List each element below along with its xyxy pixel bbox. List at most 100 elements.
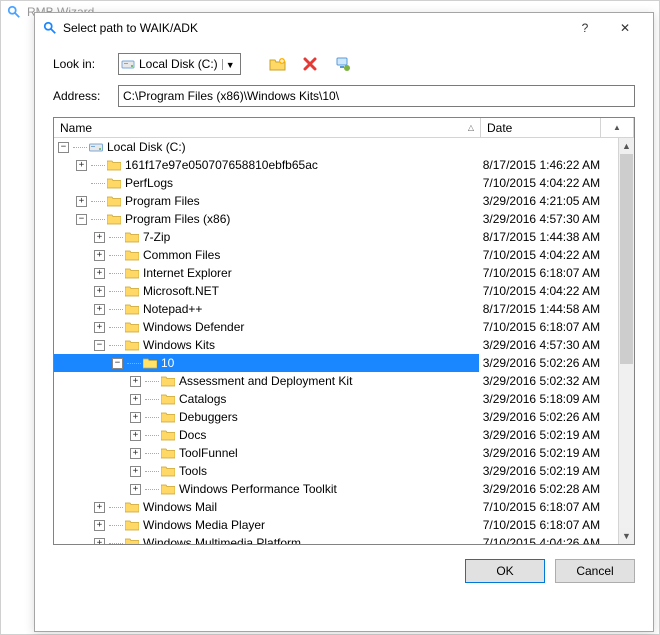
expand-toggle[interactable]: + [94, 286, 105, 297]
folder-icon [107, 159, 121, 171]
tree-row[interactable]: +Windows Mail7/10/2015 6:18:07 AM [54, 498, 618, 516]
vertical-scrollbar[interactable]: ▲ ▼ [618, 138, 634, 544]
tree-item-label: Program Files [125, 194, 200, 208]
expand-toggle[interactable]: + [94, 232, 105, 243]
scroll-track[interactable] [619, 154, 634, 528]
network-icon [334, 56, 350, 72]
address-input[interactable] [118, 85, 635, 107]
tree-item-date: 3/29/2016 5:02:19 AM [479, 428, 618, 442]
tree-item-date: 7/10/2015 6:18:07 AM [479, 518, 618, 532]
scroll-down-icon[interactable]: ▼ [619, 528, 634, 544]
tree-item-label: 10 [161, 356, 174, 370]
expand-toggle[interactable]: + [130, 448, 141, 459]
delete-button[interactable] [299, 53, 321, 75]
tree-row[interactable]: −103/29/2016 5:02:26 AM [54, 354, 618, 372]
expand-toggle[interactable]: + [94, 304, 105, 315]
expand-toggle[interactable]: + [94, 250, 105, 261]
tree-row[interactable]: +Tools3/29/2016 5:02:19 AM [54, 462, 618, 480]
tree-row[interactable]: +Assessment and Deployment Kit3/29/2016 … [54, 372, 618, 390]
collapse-toggle[interactable]: − [112, 358, 123, 369]
expand-toggle[interactable]: + [130, 466, 141, 477]
collapse-toggle[interactable]: − [94, 340, 105, 351]
expand-toggle[interactable]: + [94, 502, 105, 513]
tree-item-label: Windows Kits [143, 338, 215, 352]
tree-item-date: 3/29/2016 5:02:19 AM [479, 446, 618, 460]
tree-item-date: 8/17/2015 1:44:38 AM [479, 230, 618, 244]
tree-item-label: Notepad++ [143, 302, 202, 316]
magnifier-icon [7, 5, 21, 19]
tree-panel: Name △ Date ▲ −Local Disk (C:)+161f17e97… [53, 117, 635, 545]
column-header-name[interactable]: Name △ [54, 118, 481, 137]
column-header-scroll: ▲ [601, 118, 634, 137]
tree-row[interactable]: +Common Files7/10/2015 4:04:22 AM [54, 246, 618, 264]
tree-row[interactable]: +Catalogs3/29/2016 5:18:09 AM [54, 390, 618, 408]
tree-row[interactable]: + Docs 3/29/2016 5:02:19 AM [54, 426, 618, 444]
tree-row[interactable]: +Windows Defender7/10/2015 6:18:07 AM [54, 318, 618, 336]
scroll-thumb[interactable] [620, 154, 633, 364]
tree-item-label: PerfLogs [125, 176, 173, 190]
tree-item-date: 3/29/2016 5:02:28 AM [479, 482, 618, 496]
tree-row[interactable]: +Windows Multimedia Platform7/10/2015 4:… [54, 534, 618, 544]
tree-body[interactable]: −Local Disk (C:)+161f17e97e050707658810e… [54, 138, 618, 544]
expand-toggle[interactable]: + [130, 484, 141, 495]
folder-icon [161, 411, 175, 423]
expand-toggle[interactable]: + [76, 160, 87, 171]
collapse-toggle[interactable]: − [76, 214, 87, 225]
tree-item-date: 8/17/2015 1:44:58 AM [479, 302, 618, 316]
cancel-button[interactable]: Cancel [555, 559, 635, 583]
tree-row[interactable]: +Windows Media Player7/10/2015 6:18:07 A… [54, 516, 618, 534]
tree-row[interactable]: −Program Files (x86)3/29/2016 4:57:30 AM [54, 210, 618, 228]
network-button[interactable] [331, 53, 353, 75]
delete-icon [303, 57, 317, 71]
folder-icon [161, 447, 175, 459]
tree-row[interactable]: +Microsoft.NET7/10/2015 4:04:22 AM [54, 282, 618, 300]
address-label: Address: [53, 89, 108, 103]
close-button[interactable]: ✕ [605, 17, 645, 39]
help-button[interactable]: ? [565, 17, 605, 39]
lookin-combobox[interactable]: Local Disk (C:) ▼ [118, 53, 241, 75]
tree-row[interactable]: +Windows Performance Toolkit3/29/2016 5:… [54, 480, 618, 498]
tree-row[interactable]: +Internet Explorer7/10/2015 6:18:07 AM [54, 264, 618, 282]
sort-asc-icon: △ [468, 123, 474, 132]
tree-item-date: 3/29/2016 4:57:30 AM [479, 338, 618, 352]
column-header-date[interactable]: Date [481, 118, 601, 137]
tree-row[interactable]: +Debuggers3/29/2016 5:02:26 AM [54, 408, 618, 426]
expand-toggle[interactable]: + [130, 412, 141, 423]
folder-icon [107, 177, 121, 189]
tree-item-label: Docs [179, 428, 206, 442]
expand-toggle[interactable]: + [76, 196, 87, 207]
tree-row[interactable]: +161f17e97e050707658810ebfb65ac8/17/2015… [54, 156, 618, 174]
folder-icon [125, 231, 139, 243]
expand-toggle[interactable]: + [94, 268, 105, 279]
tree-row[interactable]: +7-Zip8/17/2015 1:44:38 AM [54, 228, 618, 246]
tree-item-date: 3/29/2016 5:18:09 AM [479, 392, 618, 406]
expand-toggle[interactable]: + [130, 430, 141, 441]
tree-row[interactable]: +ToolFunnel3/29/2016 5:02:19 AM [54, 444, 618, 462]
expand-toggle[interactable]: + [94, 538, 105, 545]
tree-row[interactable]: PerfLogs7/10/2015 4:04:22 AM [54, 174, 618, 192]
tree-item-date: 3/29/2016 5:02:26 AM [479, 410, 618, 424]
folder-icon [125, 285, 139, 297]
tree-item-date: 7/10/2015 4:04:22 AM [479, 248, 618, 262]
toggle-blank [76, 178, 87, 189]
tree-item-date: 7/10/2015 4:04:22 AM [479, 284, 618, 298]
tree-item-date: 7/10/2015 4:04:26 AM [479, 536, 618, 544]
dialog-titlebar: Select path to WAIK/ADK ? ✕ [35, 13, 653, 43]
expand-toggle[interactable]: + [94, 322, 105, 333]
expand-toggle[interactable]: + [130, 376, 141, 387]
tree-row[interactable]: + Notepad++ 8/17/2015 1:44:58 AM [54, 300, 618, 318]
tree-row[interactable]: −Local Disk (C:) [54, 138, 618, 156]
tree-row[interactable]: − Windows Kits 3/29/2016 4:57:30 AM [54, 336, 618, 354]
ok-button[interactable]: OK [465, 559, 545, 583]
folder-icon [125, 501, 139, 513]
folder-icon [161, 483, 175, 495]
tree-row[interactable]: +Program Files3/29/2016 4:21:05 AM [54, 192, 618, 210]
collapse-toggle[interactable]: − [58, 142, 69, 153]
folder-icon [161, 465, 175, 477]
drive-icon [121, 58, 135, 70]
expand-toggle[interactable]: + [130, 394, 141, 405]
new-folder-button[interactable] [267, 53, 289, 75]
expand-toggle[interactable]: + [94, 520, 105, 531]
scroll-up-icon[interactable]: ▲ [619, 138, 634, 154]
new-folder-icon [269, 56, 287, 72]
